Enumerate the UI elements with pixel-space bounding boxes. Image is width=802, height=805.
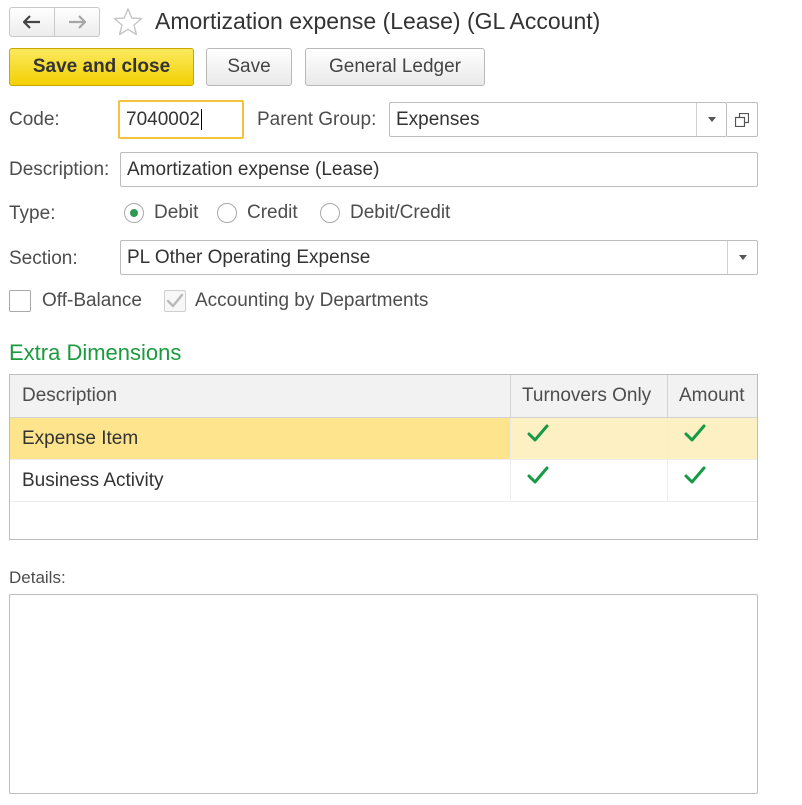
description-label: Description: bbox=[9, 159, 110, 180]
type-option-label: Debit/Credit bbox=[350, 202, 451, 223]
arrow-left-icon bbox=[23, 15, 40, 29]
accounting-by-departments-checkbox[interactable] bbox=[164, 290, 186, 312]
table-row[interactable]: Business Activity bbox=[10, 460, 757, 502]
text-caret bbox=[200, 109, 202, 130]
save-and-close-button[interactable]: Save and close bbox=[9, 48, 194, 86]
column-header-turnovers-only[interactable]: Turnovers Only bbox=[510, 375, 667, 417]
details-label: Details: bbox=[9, 568, 66, 587]
forward-button[interactable] bbox=[54, 8, 99, 36]
extra-dimensions-title: Extra Dimensions bbox=[9, 340, 182, 365]
row-turnovers-only[interactable] bbox=[510, 460, 667, 501]
code-value: 7040002 bbox=[126, 108, 200, 130]
column-header-amount[interactable]: Amount bbox=[667, 375, 757, 417]
section-value: PL Other Operating Expense bbox=[127, 246, 371, 268]
radio-button[interactable] bbox=[320, 203, 340, 223]
row-description: Business Activity bbox=[22, 469, 164, 491]
type-radio-debit[interactable]: Debit bbox=[124, 200, 198, 226]
checkmark-icon bbox=[527, 424, 549, 442]
type-radio-credit[interactable]: Credit bbox=[217, 200, 298, 226]
save-button[interactable]: Save bbox=[206, 48, 292, 86]
parent-group-input[interactable]: Expenses bbox=[389, 102, 727, 137]
extra-dimensions-table: Description Turnovers Only Amount Expens… bbox=[9, 374, 758, 540]
radio-button[interactable] bbox=[124, 203, 144, 223]
off-balance-checkbox[interactable] bbox=[9, 290, 31, 312]
star-icon bbox=[113, 8, 143, 36]
row-amount[interactable] bbox=[667, 418, 757, 459]
parent-group-open-button[interactable] bbox=[727, 102, 758, 137]
details-textarea[interactable] bbox=[9, 594, 758, 794]
open-window-icon bbox=[735, 112, 749, 127]
back-button[interactable] bbox=[10, 8, 54, 36]
section-dropdown-button[interactable] bbox=[727, 241, 757, 274]
type-option-label: Credit bbox=[247, 202, 298, 223]
parent-group-value: Expenses bbox=[396, 108, 480, 130]
section-select[interactable]: PL Other Operating Expense bbox=[120, 240, 758, 275]
checkmark-icon bbox=[527, 466, 549, 484]
accounting-by-departments-label: Accounting by Departments bbox=[195, 290, 429, 311]
navigation-group bbox=[9, 7, 100, 37]
row-description: Expense Item bbox=[10, 418, 510, 459]
radio-button[interactable] bbox=[217, 203, 237, 223]
parent-group-label: Parent Group: bbox=[257, 109, 377, 130]
arrow-right-icon bbox=[69, 15, 86, 29]
chevron-down-icon bbox=[707, 117, 716, 122]
description-input[interactable]: Amortization expense (Lease) bbox=[120, 152, 758, 187]
checkmark-icon bbox=[166, 293, 184, 308]
off-balance-label: Off-Balance bbox=[42, 290, 142, 311]
table-row[interactable]: Expense Item bbox=[10, 418, 757, 460]
row-amount[interactable] bbox=[667, 460, 757, 501]
description-value: Amortization expense (Lease) bbox=[127, 158, 380, 180]
section-label: Section: bbox=[9, 248, 78, 269]
page-title: Amortization expense (Lease) (GL Account… bbox=[155, 8, 601, 34]
off-balance-checkbox-row[interactable]: Off-Balance bbox=[9, 290, 142, 312]
checkmark-icon bbox=[684, 424, 706, 442]
code-input[interactable]: 7040002 bbox=[118, 100, 244, 139]
type-radio-debit-credit[interactable]: Debit/Credit bbox=[320, 200, 450, 226]
general-ledger-button[interactable]: General Ledger bbox=[305, 48, 485, 86]
column-header-description[interactable]: Description bbox=[10, 375, 510, 417]
row-turnovers-only[interactable] bbox=[510, 418, 667, 459]
accounting-by-departments-checkbox-row[interactable]: Accounting by Departments bbox=[164, 290, 428, 312]
parent-group-dropdown-button[interactable] bbox=[696, 103, 726, 136]
chevron-down-icon bbox=[738, 255, 747, 260]
table-header: Description Turnovers Only Amount bbox=[10, 375, 757, 418]
type-option-label: Debit bbox=[154, 202, 199, 223]
favorite-button[interactable] bbox=[113, 7, 143, 42]
type-label: Type: bbox=[9, 203, 56, 224]
radio-selected-dot bbox=[130, 209, 138, 217]
code-label: Code: bbox=[9, 109, 60, 130]
checkmark-icon bbox=[684, 466, 706, 484]
